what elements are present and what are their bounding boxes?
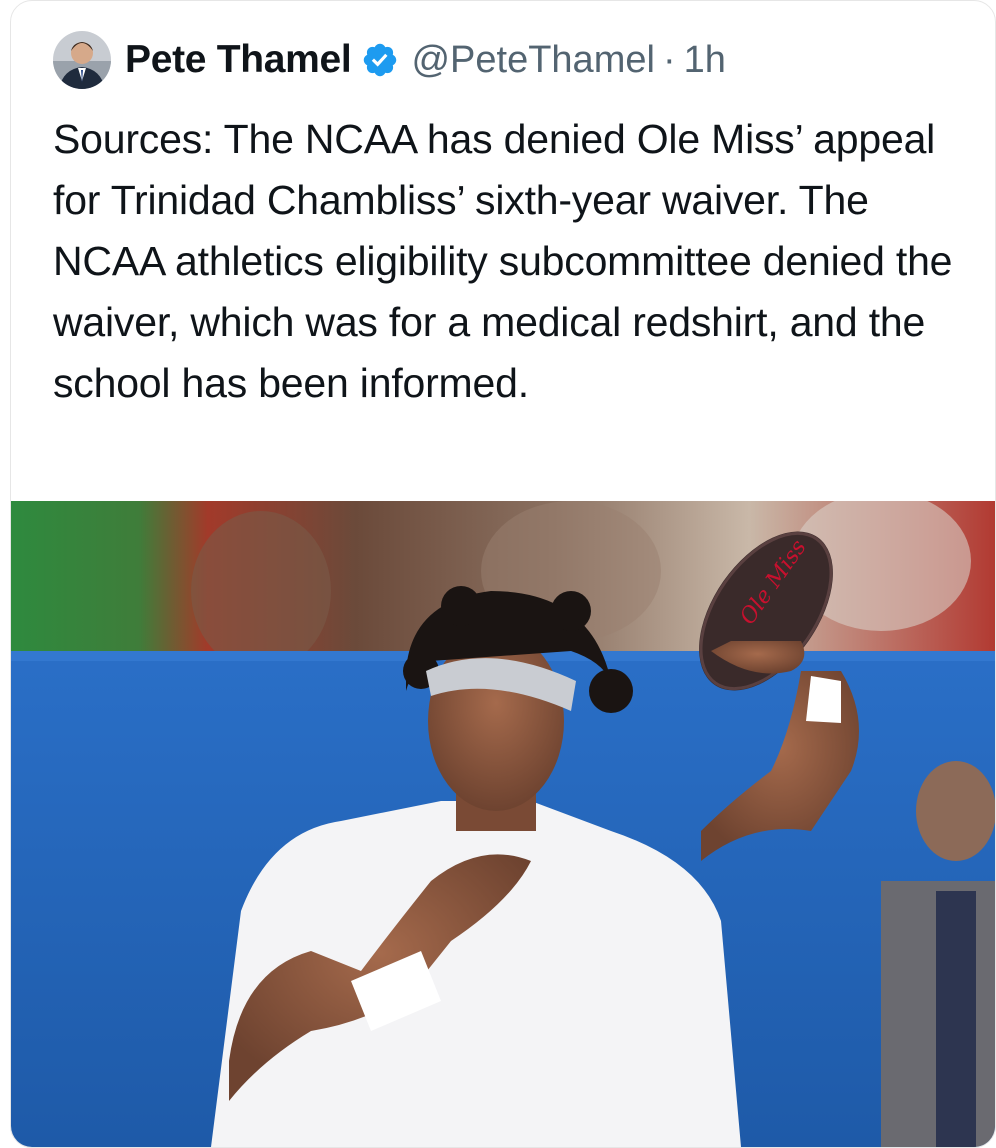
tweet-card[interactable]: Pete Thamel @PeteThamel · 1h Sources: Th… bbox=[10, 0, 996, 1148]
tweet-text: Sources: The NCAA has denied Ole Miss’ a… bbox=[53, 116, 953, 406]
tweet-timestamp[interactable]: 1h bbox=[684, 39, 726, 82]
tweet-photo[interactable]: Ole Miss bbox=[11, 491, 995, 1147]
author-handle[interactable]: @PeteThamel bbox=[411, 39, 654, 82]
verified-badge-icon bbox=[364, 43, 397, 77]
tweet-header: Pete Thamel @PeteThamel · 1h bbox=[53, 29, 726, 91]
author-name[interactable]: Pete Thamel bbox=[125, 38, 352, 82]
author-avatar[interactable] bbox=[53, 31, 111, 89]
separator-dot: · bbox=[662, 38, 676, 81]
